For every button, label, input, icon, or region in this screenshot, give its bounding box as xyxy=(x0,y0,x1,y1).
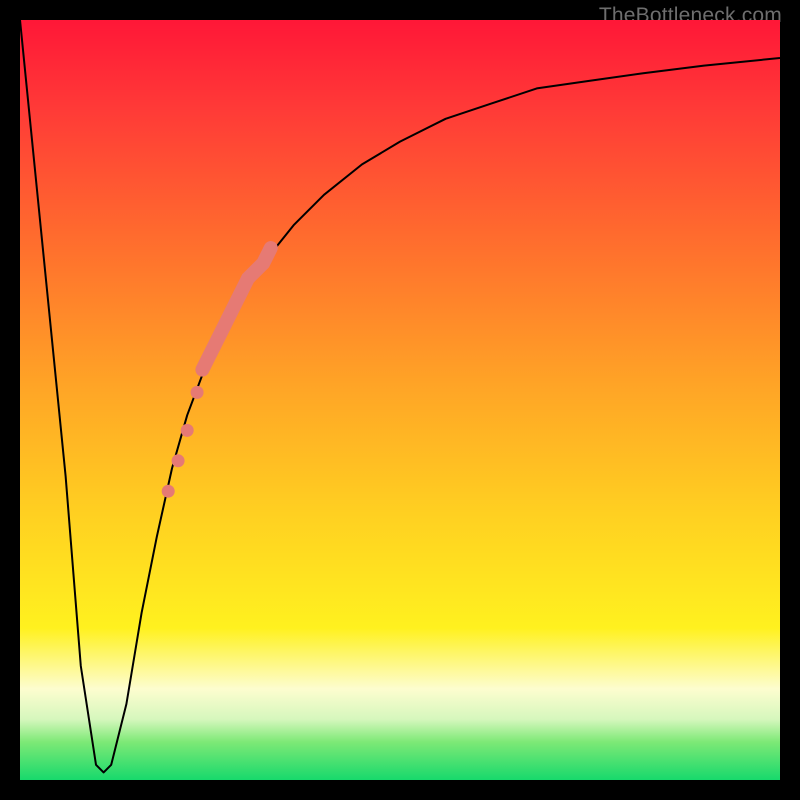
plot-area xyxy=(20,20,780,780)
highlight-dot xyxy=(191,386,204,399)
chart-frame: TheBottleneck.com xyxy=(0,0,800,800)
highlight-dot xyxy=(162,485,175,498)
series-bottleneck-curve xyxy=(20,20,780,772)
highlight-dot xyxy=(172,454,185,467)
curve-svg xyxy=(20,20,780,780)
highlight-dot xyxy=(181,424,194,437)
highlight-segment xyxy=(202,248,270,370)
